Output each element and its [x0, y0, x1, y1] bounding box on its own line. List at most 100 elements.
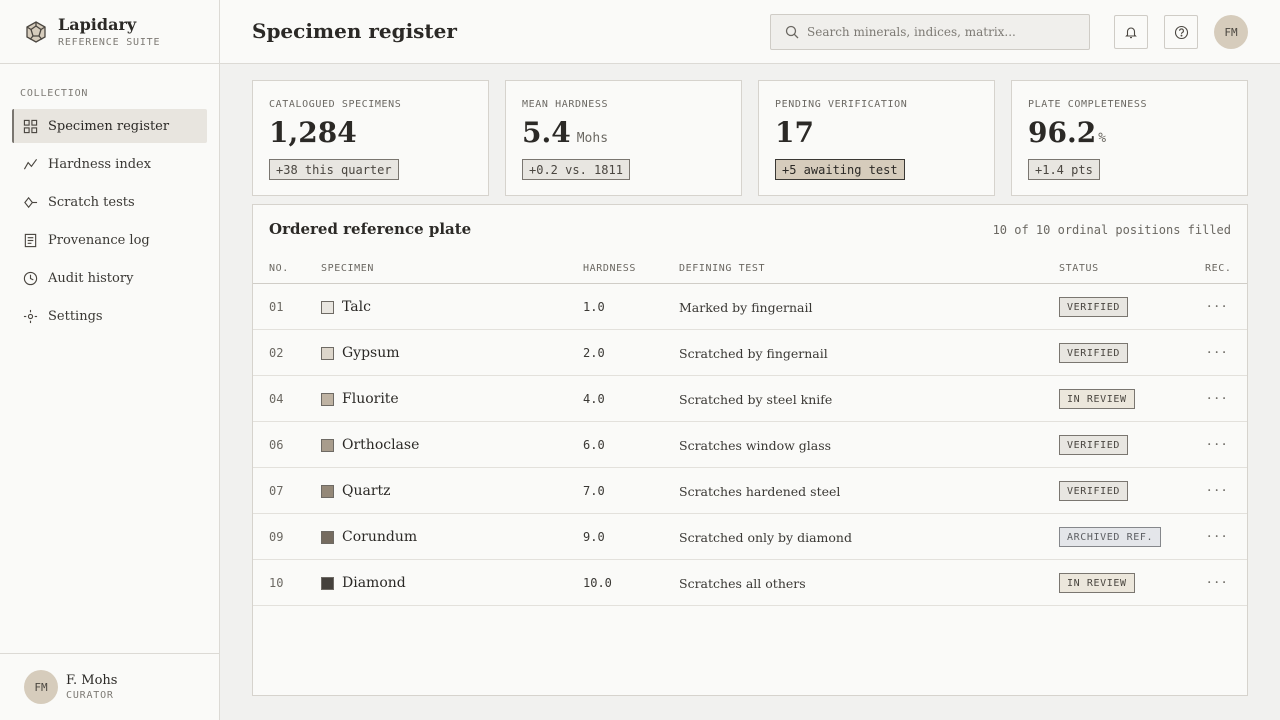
brand[interactable]: Lapidary REFERENCE SUITE	[0, 0, 219, 64]
kpi-label: PENDING VERIFICATION	[775, 99, 908, 110]
more-options-icon[interactable]: ···	[1207, 514, 1229, 560]
specimen-cell: Diamond	[321, 560, 406, 606]
defining-test: Marked by fingernail	[679, 299, 813, 315]
status-badge: VERIFIED	[1059, 481, 1128, 501]
specimen-name: Quartz	[342, 483, 391, 499]
color-swatch	[321, 484, 334, 498]
table-row[interactable]: 01 Talc 1.0 Marked by fingernail VERIFIED ···	[253, 284, 1247, 330]
color-swatch	[321, 438, 334, 452]
help-icon	[1174, 25, 1188, 39]
column-header[interactable]: REC.	[1205, 263, 1231, 274]
kpi-badge: +0.2 vs. 1811	[522, 159, 630, 180]
header-avatar[interactable]: FM	[1214, 15, 1248, 49]
status-badge: VERIFIED	[1059, 343, 1128, 363]
user-profile[interactable]: FM F. Mohs CURATOR	[0, 653, 219, 720]
table-row[interactable]: 04 Fluorite 4.0 Scratched by steel knife IN …	[253, 376, 1247, 422]
kpi-label: CATALOGUED SPECIMENS	[269, 99, 402, 110]
sidebar-item-label: Hardness index	[48, 156, 152, 172]
hardness-value: 7.0	[583, 484, 605, 498]
column-header[interactable]: SPECIMEN	[321, 263, 374, 274]
more-options-icon[interactable]: ···	[1207, 468, 1229, 514]
kpi-badge: +38 this quarter	[269, 159, 399, 180]
hardness-value: 10.0	[583, 576, 612, 590]
status-cell: VERIFIED	[1059, 284, 1128, 330]
defining-test: Scratched only by diamond	[679, 529, 852, 545]
sidebar-nav: Specimen register Hardness index Scratch…	[12, 109, 207, 337]
diamond-line-icon	[22, 194, 38, 210]
table-row[interactable]: 02 Gypsum 2.0 Scratched by fingernail VERIFI…	[253, 330, 1247, 376]
specimen-cell: Gypsum	[321, 330, 400, 376]
status-cell: VERIFIED	[1059, 330, 1128, 376]
more-options-icon[interactable]: ···	[1207, 330, 1229, 376]
kpi-value: 17	[775, 116, 814, 149]
document-icon	[22, 232, 38, 248]
panel-meta: 10 of 10 ordinal positions filled	[992, 223, 1231, 237]
kpi-label: MEAN HARDNESS	[522, 99, 609, 110]
search-input[interactable]	[807, 25, 1077, 39]
sidebar-item-specimen-register[interactable]: Specimen register	[12, 109, 207, 143]
row-number: 09	[269, 530, 284, 544]
sidebar-item-label: Scratch tests	[48, 194, 135, 210]
specimen-name: Fluorite	[342, 391, 399, 407]
kpi-value: 1,284	[269, 116, 357, 149]
defining-test: Scratches hardened steel	[679, 483, 841, 499]
sidebar-item-settings[interactable]: Settings	[12, 299, 207, 333]
color-swatch	[321, 392, 334, 406]
table-row[interactable]: 10 Diamond 10.0 Scratches all others IN REVI…	[253, 560, 1247, 606]
more-options-icon[interactable]: ···	[1207, 376, 1229, 422]
sidebar-item-label: Specimen register	[48, 118, 170, 134]
sidebar-item-audit-history[interactable]: Audit history	[12, 261, 207, 295]
specimen-cell: Orthoclase	[321, 422, 419, 468]
row-number: 07	[269, 484, 284, 498]
defining-test: Scratches all others	[679, 575, 806, 591]
specimen-cell: Fluorite	[321, 376, 399, 422]
page-title: Specimen register	[252, 19, 457, 43]
table-row[interactable]: 06 Orthoclase 6.0 Scratches window glass VER…	[253, 422, 1247, 468]
table-header: NO. SPECIMEN HARDNESS DEFINING TEST STAT…	[253, 254, 1247, 284]
specimen-name: Orthoclase	[342, 437, 420, 453]
avatar: FM	[24, 670, 58, 704]
trend-line-icon	[22, 156, 38, 172]
kpi-value: 5.4 Mohs	[522, 116, 609, 149]
help-button[interactable]	[1164, 15, 1198, 49]
bell-icon	[1125, 27, 1137, 39]
specimen-name: Corundum	[342, 529, 418, 545]
sidebar-item-provenance-log[interactable]: Provenance log	[12, 223, 207, 257]
sidebar: Lapidary REFERENCE SUITE COLLECTION Spec…	[0, 0, 220, 720]
sidebar-item-label: Provenance log	[48, 232, 150, 248]
column-header[interactable]: HARDNESS	[583, 263, 636, 274]
column-header[interactable]: STATUS	[1059, 263, 1099, 274]
sidebar-item-scratch-tests[interactable]: Scratch tests	[12, 185, 207, 219]
column-header[interactable]: DEFINING TEST	[679, 263, 765, 274]
status-cell: IN REVIEW	[1059, 560, 1135, 606]
column-header[interactable]: NO.	[269, 263, 289, 274]
gem-logo-icon	[26, 20, 46, 43]
kpi-badge: +5 awaiting test	[775, 159, 905, 180]
table-row[interactable]: 09 Corundum 9.0 Scratched only by diamond AR…	[253, 514, 1247, 560]
notifications-button[interactable]	[1114, 15, 1148, 49]
brand-name: Lapidary	[58, 14, 137, 34]
specimen-name: Diamond	[342, 575, 406, 591]
hardness-value: 6.0	[583, 438, 605, 452]
defining-test: Scratched by fingernail	[679, 345, 828, 361]
table-row[interactable]: 07 Quartz 7.0 Scratches hardened steel VERIF…	[253, 468, 1247, 514]
sidebar-item-label: Settings	[48, 308, 103, 324]
more-options-icon[interactable]: ···	[1207, 422, 1229, 468]
specimen-cell: Talc	[321, 284, 371, 330]
more-options-icon[interactable]: ···	[1207, 284, 1229, 330]
settings-icon	[22, 308, 38, 324]
search-icon	[785, 25, 799, 39]
row-number: 01	[269, 300, 284, 314]
kpi-card-catalogued: CATALOGUED SPECIMENS 1,284 +38 this quar…	[252, 80, 489, 196]
more-options-icon[interactable]: ···	[1207, 560, 1229, 606]
color-swatch	[321, 576, 334, 590]
kpi-label: PLATE COMPLETENESS	[1028, 99, 1148, 110]
specimen-name: Talc	[342, 299, 371, 315]
row-number: 02	[269, 346, 284, 360]
status-badge: VERIFIED	[1059, 297, 1128, 317]
kpi-card-pending: PENDING VERIFICATION 17 +5 awaiting test	[758, 80, 995, 196]
status-cell: VERIFIED	[1059, 468, 1128, 514]
sidebar-item-label: Audit history	[48, 270, 134, 286]
sidebar-item-hardness-index[interactable]: Hardness index	[12, 147, 207, 181]
search-box[interactable]	[770, 14, 1090, 50]
